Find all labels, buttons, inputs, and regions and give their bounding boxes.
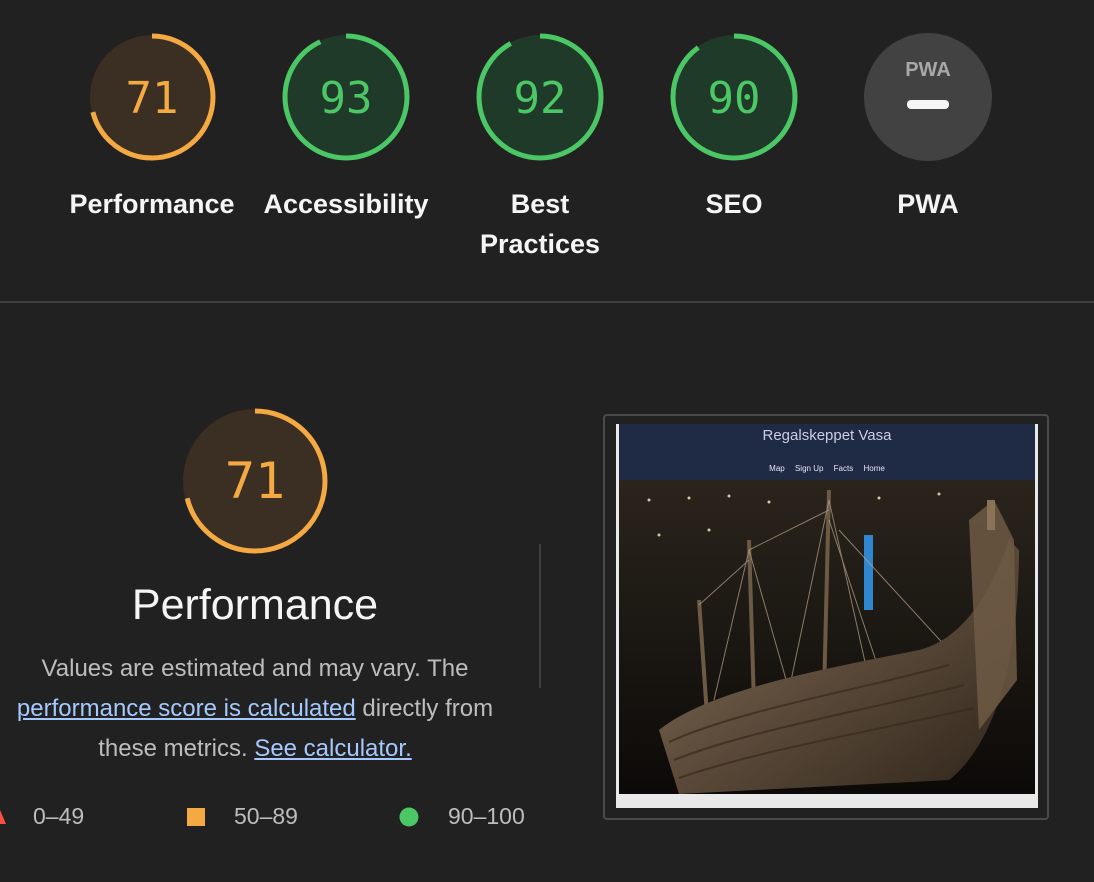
pwa-badge-text: PWA — [905, 59, 951, 81]
gauge-ring-accessibility: 93 — [282, 33, 410, 161]
pwa-badge-icon: PWA — [864, 33, 992, 161]
legend-range: 0–49 — [33, 803, 85, 829]
gauge-performance[interactable]: 71 Performance — [62, 32, 242, 224]
gauge-seo[interactable]: 90 SEO — [644, 32, 824, 224]
performance-section: 71 Performance Values are estimated and … — [0, 303, 1094, 882]
gauge-ring-performance: 71 — [88, 33, 216, 161]
legend-range: 50–89 — [234, 803, 298, 829]
site-nav-item: Map — [769, 464, 785, 473]
gauge-score: 71 — [126, 73, 179, 124]
site-nav-item: Home — [863, 464, 885, 473]
site-title: Regalskeppet Vasa — [762, 427, 892, 444]
gauge-label: Best Practices — [479, 189, 601, 259]
legend-item-pass: 90–100 — [399, 803, 525, 830]
performance-description: Values are estimated and may vary. The p… — [0, 649, 510, 769]
legend-item-average: 50–89 — [186, 803, 298, 830]
desc-line-3: these metrics. — [98, 735, 248, 762]
desc-line-2: directly from — [362, 695, 494, 722]
gauge-label: PWA — [897, 189, 959, 219]
site-nav-item: Sign Up — [794, 464, 824, 473]
ship-photo — [619, 480, 1035, 794]
screenshot-thumbnail: Regalskeppet Vasa Map Sign Up Facts Home — [616, 424, 1038, 808]
site-header: Regalskeppet Vasa Map Sign Up Facts Home — [619, 424, 1035, 480]
vertical-divider — [539, 544, 541, 688]
gauge-ring-best-practices: 92 — [476, 33, 604, 161]
site-nav: Map Sign Up Facts Home — [619, 464, 1035, 473]
gauge-score: 93 — [320, 73, 373, 124]
gauge-label: Performance — [69, 189, 235, 219]
score-calculated-link[interactable]: performance score is calculated — [17, 695, 356, 722]
gauge-pwa[interactable]: PWA PWA — [838, 32, 1018, 224]
legend-item-fail: 0–49 — [0, 803, 84, 830]
triangle-icon — [0, 809, 6, 824]
see-calculator-link[interactable]: See calculator. — [254, 735, 411, 762]
score-summary: 71 Performance 93 Accessibility 92 Best … — [0, 0, 1094, 302]
performance-gauge: 71 — [182, 408, 328, 554]
performance-score: 71 — [225, 452, 285, 510]
final-screenshot[interactable]: Regalskeppet Vasa Map Sign Up Facts Home — [603, 414, 1049, 820]
square-icon — [187, 807, 205, 826]
gauge-accessibility[interactable]: 93 Accessibility — [256, 32, 436, 224]
gauge-label: Accessibility — [263, 189, 429, 219]
score-legend: 0–49 50–89 90–100 — [0, 803, 560, 843]
gauge-best-practices[interactable]: 92 Best Practices — [450, 32, 630, 264]
site-nav-item: Facts — [833, 464, 854, 473]
circle-icon — [399, 807, 419, 826]
gauge-label: SEO — [705, 189, 763, 219]
gauge-ring-seo: 90 — [670, 33, 798, 161]
desc-line-1: Values are estimated and may vary. The — [41, 655, 469, 682]
legend-range: 90–100 — [448, 803, 525, 829]
gauge-score: 90 — [708, 73, 761, 124]
gauge-score: 92 — [514, 73, 567, 124]
performance-title: Performance — [131, 581, 379, 629]
